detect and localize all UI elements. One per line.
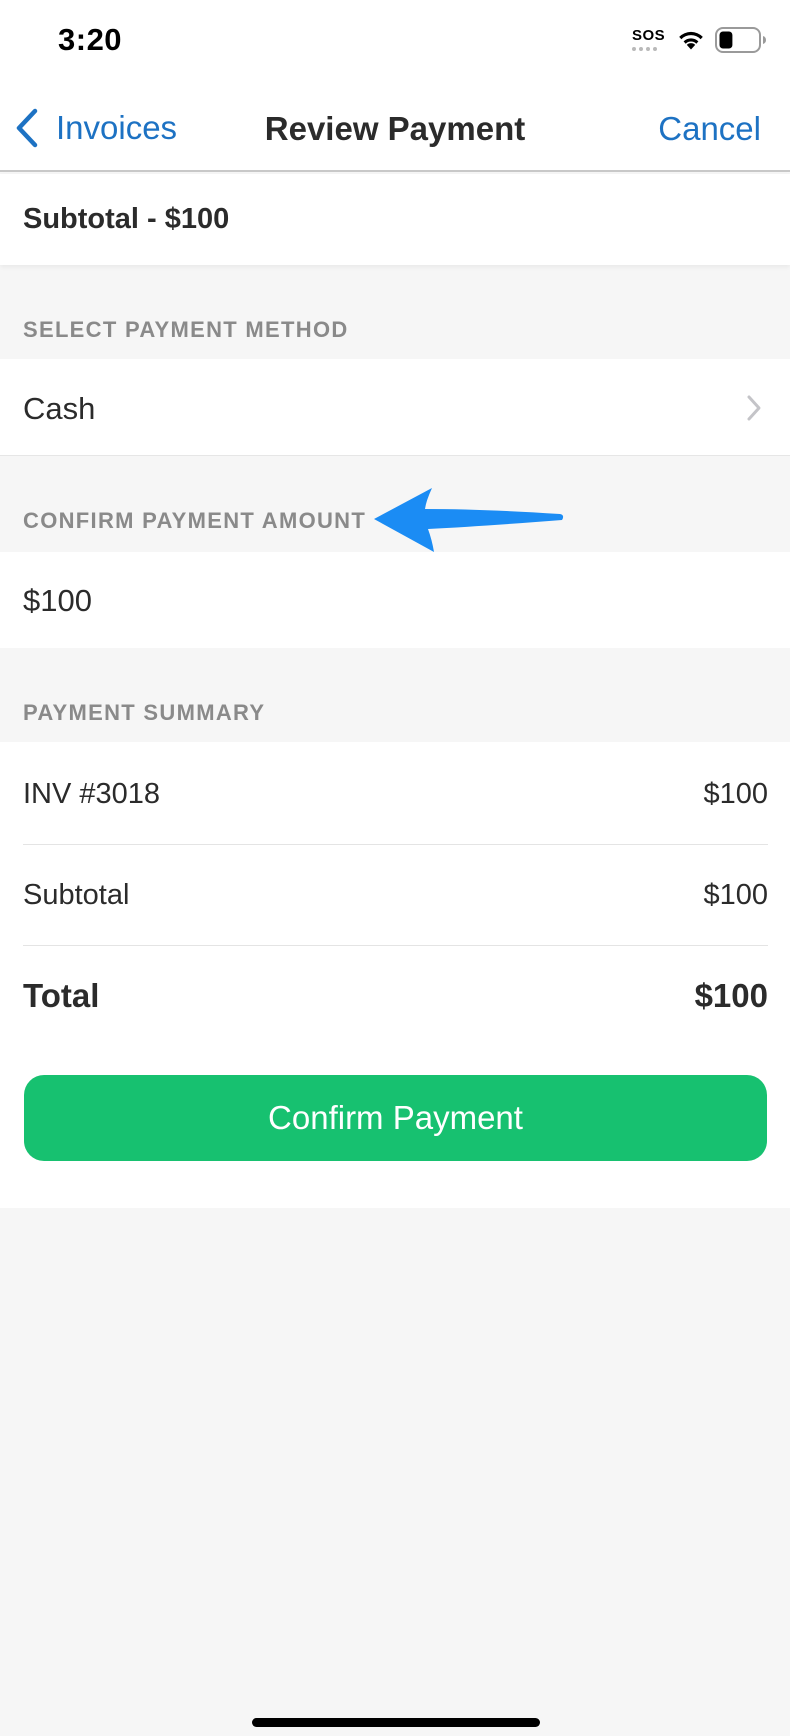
confirm-payment-button[interactable]: Confirm Payment	[24, 1075, 767, 1161]
summary-row-value: $100	[703, 879, 768, 911]
summary-row-label: Subtotal	[23, 879, 130, 911]
home-indicator[interactable]	[252, 1718, 540, 1727]
payment-amount-cell[interactable]: $100	[0, 552, 790, 648]
summary-row-value: $100	[703, 778, 768, 810]
total-value: $100	[694, 977, 768, 1014]
status-bar: 3:20 SOS	[0, 0, 790, 84]
summary-row-label: INV #3018	[23, 778, 161, 810]
payment-method-section-label: SELECT PAYMENT METHOD	[23, 317, 349, 342]
payment-method-value: Cash	[23, 391, 96, 426]
payment-method-cell[interactable]: Cash	[0, 359, 790, 456]
subtotal-header: Subtotal - $100	[0, 174, 790, 265]
status-time: 3:20	[58, 22, 123, 57]
wifi-icon	[679, 31, 703, 50]
battery-icon	[715, 27, 766, 53]
signal-dots-icon	[632, 47, 662, 51]
payment-amount-section-label: CONFIRM PAYMENT AMOUNT	[23, 508, 367, 533]
payment-amount-value: $100	[23, 583, 92, 618]
navigation-bar: Invoices Review Payment Cancel	[0, 84, 790, 172]
summary-row: INV #3018 $100	[23, 744, 768, 845]
subtotal-header-text: Subtotal - $100	[23, 203, 230, 235]
cancel-button[interactable]: Cancel	[658, 110, 761, 148]
total-label: Total	[23, 977, 100, 1014]
review-payment-screen: 3:20 SOS Invoices Review Payment Cancel …	[0, 0, 790, 1736]
chevron-right-icon	[747, 395, 761, 421]
summary-total-row: Total $100	[23, 946, 768, 1047]
arrow-icon	[374, 488, 564, 552]
sos-indicator: SOS	[632, 27, 666, 51]
sos-label: SOS	[632, 27, 666, 44]
summary-row: Subtotal $100	[23, 845, 768, 946]
payment-summary-section-label: PAYMENT SUMMARY	[23, 700, 266, 725]
